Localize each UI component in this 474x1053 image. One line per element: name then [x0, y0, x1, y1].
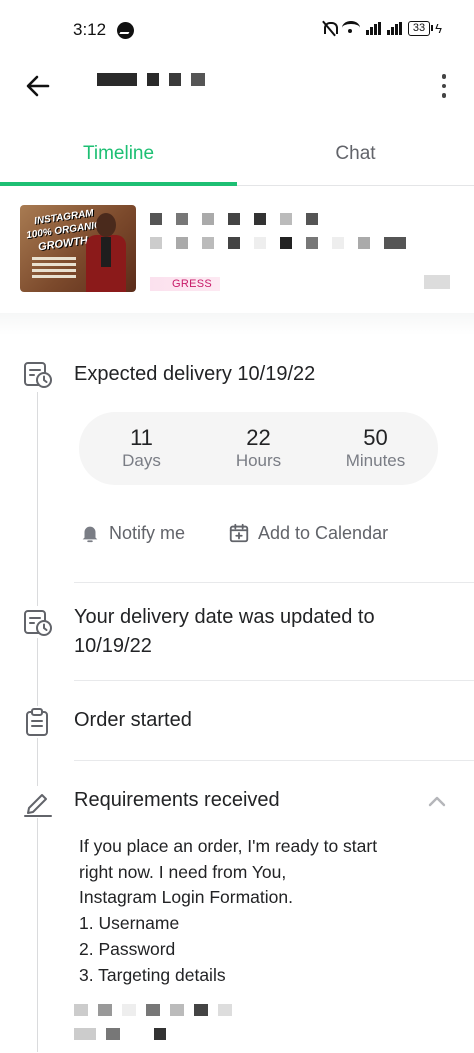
- calendar-clock-icon: [22, 606, 54, 638]
- pencil-icon: [22, 786, 54, 818]
- gig-thumbnail: INSTAGRAM 100% ORGANIC GROWTH: [20, 205, 136, 292]
- countdown-hours: 22 Hours: [204, 424, 314, 472]
- battery-level: 33: [407, 20, 431, 36]
- order-price-redacted: [424, 275, 450, 289]
- countdown-days-unit: Days: [122, 450, 161, 470]
- clipboard-icon: [22, 706, 54, 738]
- timeline-separator: [74, 582, 474, 583]
- tab-chat-label: Chat: [335, 142, 376, 164]
- signal-icon: [365, 21, 381, 35]
- gig-title-redacted: [150, 213, 318, 225]
- chevron-up-icon: [428, 796, 446, 807]
- tab-chat[interactable]: Chat: [237, 122, 474, 185]
- order-gig-card[interactable]: INSTAGRAM 100% ORGANIC GROWTH GRESS: [0, 187, 474, 313]
- bell-icon: [82, 526, 98, 543]
- delivery-countdown: 11 Days 22 Hours 50 Minutes: [79, 412, 438, 485]
- add-to-calendar-label: Add to Calendar: [258, 522, 389, 543]
- battery-icon: 33 ϟ: [407, 20, 442, 36]
- username-redacted: [97, 73, 205, 87]
- charging-icon: ϟ: [435, 20, 442, 36]
- gig-subtitle-redacted: [150, 237, 406, 249]
- more-options-button[interactable]: [434, 70, 454, 102]
- delivery-updated-line-1: Your delivery date was updated to: [74, 606, 375, 628]
- bell-off-icon: [322, 20, 338, 36]
- countdown-days: 11 Days: [87, 424, 197, 472]
- timeline-separator: [74, 760, 474, 761]
- redacted-answer-row: [74, 1004, 232, 1016]
- wifi-icon: [341, 21, 360, 35]
- requirements-line: 2. Password: [79, 938, 176, 959]
- calendar-add-icon: [229, 523, 249, 543]
- order-status-badge: GRESS: [150, 277, 221, 291]
- timeline-separator: [74, 680, 474, 681]
- expected-delivery-title: Expected delivery 10/19/22: [74, 363, 316, 385]
- more-vertical-icon: [441, 74, 447, 79]
- messenger-icon: [117, 22, 134, 39]
- redacted-answer-row: [74, 1028, 166, 1040]
- notify-me-label: Notify me: [109, 522, 186, 543]
- tab-timeline[interactable]: Timeline: [0, 122, 237, 186]
- status-time: 3:12: [73, 20, 107, 39]
- top-app-bar: [0, 62, 474, 122]
- countdown-minutes-unit: Minutes: [345, 450, 406, 470]
- text-fade: [79, 984, 459, 1000]
- delivery-updated-title: Your delivery date was updated to 10/19/…: [74, 603, 375, 661]
- countdown-days-value: 11: [130, 424, 153, 450]
- requirements-line: right now. I need from You,: [79, 861, 287, 882]
- back-button[interactable]: [22, 70, 54, 102]
- order-started-title: Order started: [74, 709, 192, 731]
- signal-icon-2: [386, 21, 402, 35]
- tab-timeline-label: Timeline: [82, 142, 155, 164]
- countdown-hours-unit: Hours: [235, 450, 282, 470]
- countdown-minutes-value: 50: [363, 424, 388, 450]
- section-divider: [0, 313, 474, 335]
- status-bar: 3:12 33 ϟ: [0, 0, 474, 62]
- requirements-line: 1. Username: [79, 913, 180, 934]
- countdown-hours-value: 22: [246, 424, 271, 450]
- active-tab-indicator: [0, 182, 237, 186]
- notify-me-button[interactable]: Notify me: [79, 522, 185, 544]
- delivery-updated-line-2: 10/19/22: [74, 635, 152, 657]
- arrow-left-icon: [26, 75, 50, 97]
- countdown-minutes: 50 Minutes: [321, 424, 431, 472]
- tab-bar: Timeline Chat: [0, 122, 474, 186]
- requirements-line: Instagram Login Formation.: [79, 887, 293, 908]
- seller-photo: [84, 211, 128, 292]
- requirements-received-title: Requirements received: [74, 789, 280, 811]
- requirements-text: If you place an order, I'm ready to star…: [79, 834, 449, 988]
- requirements-line: If you place an order, I'm ready to star…: [79, 836, 378, 856]
- status-indicators: 33 ϟ: [322, 20, 442, 36]
- add-to-calendar-button[interactable]: Add to Calendar: [228, 522, 388, 544]
- calendar-clock-icon: [22, 358, 54, 390]
- collapse-button[interactable]: [426, 790, 448, 812]
